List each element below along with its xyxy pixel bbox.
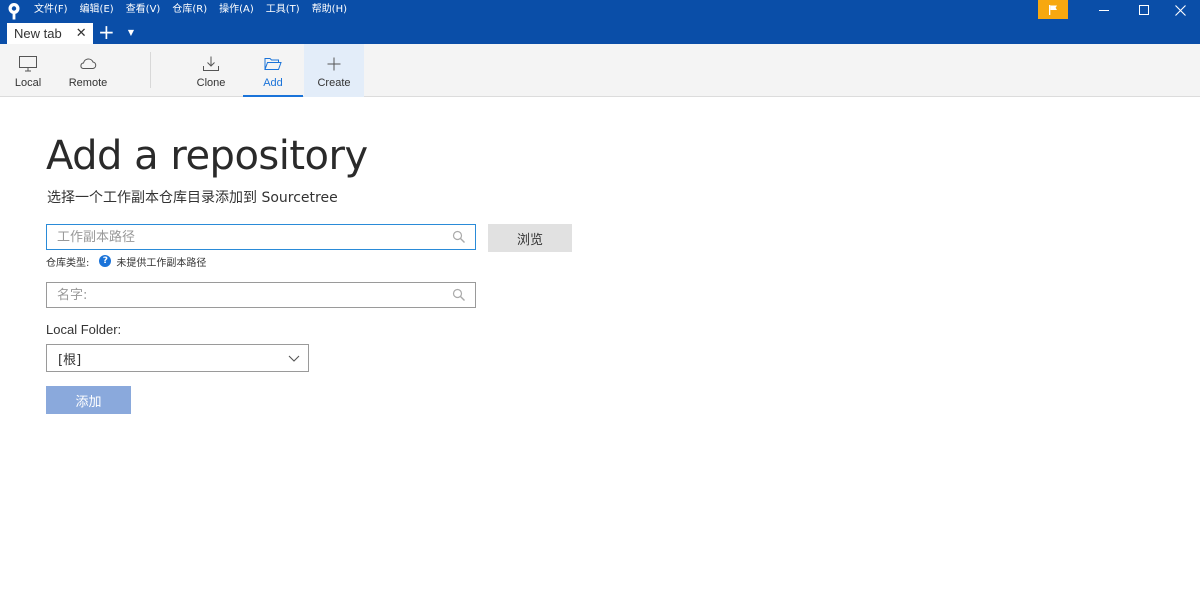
repository-type-row: 仓库类型: ? 未提供工作副本路径 bbox=[46, 253, 206, 269]
search-icon bbox=[449, 285, 469, 305]
page-title: Add a repository bbox=[46, 133, 368, 179]
tab-new-tab[interactable]: New tab ✕ bbox=[7, 23, 93, 44]
minimize-button[interactable] bbox=[1084, 0, 1124, 20]
toolbar-remote-label: Remote bbox=[68, 77, 108, 89]
tab-close-icon[interactable]: ✕ bbox=[76, 27, 87, 40]
close-window-button[interactable] bbox=[1160, 0, 1200, 20]
maximize-icon bbox=[1139, 5, 1149, 15]
name-field bbox=[46, 282, 476, 308]
toolbar-create-label: Create bbox=[317, 77, 351, 89]
menu-view[interactable]: 查看(V) bbox=[120, 0, 167, 20]
repository-type-label: 仓库类型: bbox=[46, 257, 90, 269]
toolbar-local-label: Local bbox=[14, 77, 42, 89]
plus-icon bbox=[327, 57, 341, 71]
tab-list-chevron-icon[interactable]: ▼ bbox=[125, 26, 137, 40]
menu-file[interactable]: 文件(F) bbox=[28, 0, 74, 20]
sourcetree-logo-icon[interactable] bbox=[6, 2, 22, 20]
close-icon bbox=[1174, 4, 1186, 16]
help-icon: ? bbox=[99, 255, 112, 267]
new-tab-plus-icon[interactable]: + bbox=[98, 22, 115, 42]
monitor-icon bbox=[19, 56, 37, 72]
toolbar-remote-button[interactable]: Remote bbox=[58, 44, 118, 97]
toolbar-create-button[interactable]: Create bbox=[304, 44, 364, 97]
toolbar-clone-label: Clone bbox=[196, 77, 226, 89]
chevron-down-icon bbox=[288, 355, 300, 362]
toolbar-local-button[interactable]: Local bbox=[0, 44, 58, 97]
minimize-icon bbox=[1099, 10, 1109, 11]
local-folder-select[interactable]: [根] bbox=[46, 344, 309, 372]
toolbar-clone-button[interactable]: Clone bbox=[181, 44, 241, 97]
browse-button[interactable]: 浏览 bbox=[488, 224, 572, 252]
working-copy-path-input[interactable] bbox=[47, 225, 449, 249]
search-icon bbox=[449, 227, 469, 247]
cloud-icon bbox=[80, 58, 97, 69]
local-folder-label: Local Folder: bbox=[46, 322, 122, 337]
menu-bar: 文件(F) 编辑(E) 查看(V) 仓库(R) 操作(A) 工具(T) 帮助(H… bbox=[28, 0, 353, 20]
menu-actions[interactable]: 操作(A) bbox=[213, 0, 260, 20]
notification-flag-button[interactable] bbox=[1038, 0, 1068, 19]
local-folder-value: [根] bbox=[58, 352, 82, 368]
add-repository-button[interactable]: 添加 bbox=[46, 386, 131, 414]
menu-repository[interactable]: 仓库(R) bbox=[166, 0, 213, 20]
menu-edit[interactable]: 编辑(E) bbox=[74, 0, 120, 20]
tab-label: New tab bbox=[14, 26, 62, 41]
toolbar: Local Remote Clone Add Create bbox=[0, 44, 1200, 97]
toolbar-add-label: Add bbox=[263, 77, 283, 89]
download-tray-icon bbox=[203, 56, 219, 71]
toolbar-add-button[interactable]: Add bbox=[243, 44, 303, 97]
title-bar: 文件(F) 编辑(E) 查看(V) 仓库(R) 操作(A) 工具(T) 帮助(H… bbox=[0, 0, 1200, 44]
menu-tools[interactable]: 工具(T) bbox=[260, 0, 306, 20]
flag-icon bbox=[1049, 4, 1057, 15]
menu-help[interactable]: 帮助(H) bbox=[306, 0, 353, 20]
repository-type-value: 未提供工作副本路径 bbox=[116, 257, 207, 269]
maximize-button[interactable] bbox=[1124, 0, 1164, 20]
folder-open-icon bbox=[264, 58, 282, 70]
name-input[interactable] bbox=[47, 283, 449, 307]
page-subtitle: 选择一个工作副本仓库目录添加到 Sourcetree bbox=[47, 190, 338, 206]
working-copy-path-field bbox=[46, 224, 476, 250]
toolbar-separator bbox=[150, 52, 151, 88]
